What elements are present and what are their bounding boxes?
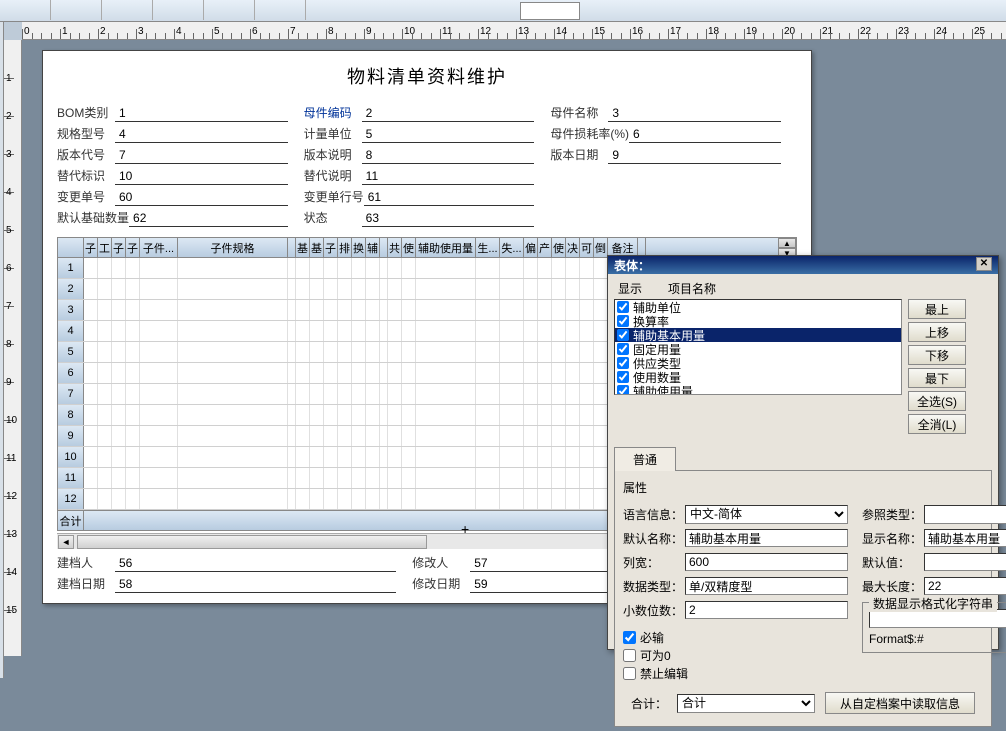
- grid-column-header[interactable]: 偏: [524, 238, 538, 257]
- format-string-group: 数据显示格式化字符串 Format$:#: [862, 602, 1006, 653]
- header-form: BOM类别1母件编码2母件名称3规格型号4计量单位5母件损耗率(%)6版本代号7…: [43, 97, 811, 233]
- form-field[interactable]: 9: [608, 148, 781, 164]
- grid-column-header[interactable]: 换: [352, 238, 366, 257]
- form-field[interactable]: 4: [115, 127, 288, 143]
- dialog-title-text: 表体：: [614, 257, 650, 273]
- required-checkbox[interactable]: 必输: [623, 628, 848, 646]
- close-icon[interactable]: ✕: [976, 257, 992, 271]
- order-button[interactable]: 最上: [908, 299, 966, 319]
- tab-general[interactable]: 普通: [614, 447, 676, 471]
- grid-column-header[interactable]: 辅: [366, 238, 380, 257]
- order-button[interactable]: 全消(L): [908, 414, 966, 434]
- grid-column-header[interactable]: 共: [388, 238, 402, 257]
- total-select[interactable]: 合计: [677, 694, 815, 713]
- grid-column-header[interactable]: 决: [566, 238, 580, 257]
- order-button[interactable]: 下移: [908, 345, 966, 365]
- grid-column-header[interactable]: 子: [324, 238, 338, 257]
- table-body-dialog: 表体： ✕ 显示 项目名称 辅助单位换算率辅助基本用量固定用量供应类型使用数量辅…: [607, 255, 999, 650]
- order-button[interactable]: 全选(S): [908, 391, 966, 411]
- list-item[interactable]: 辅助使用量: [615, 384, 901, 395]
- toolbar-tab[interactable]: [520, 2, 580, 20]
- grid-column-header[interactable]: [288, 238, 296, 257]
- form-field[interactable]: 3: [608, 106, 781, 122]
- grid-column-header[interactable]: 可: [580, 238, 594, 257]
- display-name-input[interactable]: [924, 529, 1006, 547]
- ref-type-select[interactable]: [924, 505, 1006, 524]
- form-field[interactable]: 7: [115, 148, 288, 164]
- form-field[interactable]: 8: [362, 148, 535, 164]
- max-length-input[interactable]: [924, 577, 1006, 595]
- form-field[interactable]: 62: [129, 211, 288, 227]
- grid-column-header[interactable]: 子件...: [140, 238, 178, 257]
- data-type-input[interactable]: [685, 577, 848, 595]
- grid-column-header[interactable]: 失...: [500, 238, 524, 257]
- order-button[interactable]: 上移: [908, 322, 966, 342]
- language-select[interactable]: 中文-简体: [685, 505, 848, 524]
- dialog-titlebar[interactable]: 表体： ✕: [608, 256, 998, 274]
- format-preview: Format$:#: [869, 632, 1006, 646]
- grid-column-header[interactable]: 产: [538, 238, 552, 257]
- page-title: 物料清单资料维护: [43, 51, 811, 97]
- form-field[interactable]: 63: [362, 211, 535, 227]
- grid-column-header[interactable]: 倒: [594, 238, 608, 257]
- list-order-buttons: 最上上移下移最下全选(S) 全消(L): [908, 299, 966, 434]
- read-from-archive-button[interactable]: 从自定档案中读取信息: [825, 692, 975, 714]
- form-field[interactable]: 6: [629, 127, 781, 143]
- grid-column-header[interactable]: 使: [402, 238, 416, 257]
- properties-panel: 属性 语言信息：中文-简体 默认名称： 列宽： 数据类型： 小数位数： 必输 可…: [614, 471, 992, 727]
- grid-column-header[interactable]: [380, 238, 388, 257]
- grid-column-header[interactable]: 子: [84, 238, 98, 257]
- form-field[interactable]: 60: [115, 190, 288, 206]
- dialog-tabs[interactable]: 普通: [614, 446, 992, 471]
- grid-column-header[interactable]: 子件规格: [178, 238, 288, 257]
- form-field[interactable]: 10: [115, 169, 288, 185]
- grid-column-header[interactable]: 基: [296, 238, 310, 257]
- order-button[interactable]: 最下: [908, 368, 966, 388]
- total-label: 合计: [58, 511, 84, 530]
- grid-column-header[interactable]: 排: [338, 238, 352, 257]
- grid-column-header[interactable]: 工: [98, 238, 112, 257]
- left-collapsed-panel: [0, 22, 4, 678]
- grid-column-header[interactable]: 生...: [476, 238, 500, 257]
- horizontal-ruler: 0123456789101112131415161718192021222324…: [22, 22, 1006, 40]
- default-value-input[interactable]: [924, 553, 1006, 571]
- form-field[interactable]: 1: [115, 106, 288, 122]
- field-list[interactable]: 辅助单位换算率辅助基本用量固定用量供应类型使用数量辅助使用量生效日期: [614, 299, 902, 395]
- form-field[interactable]: 2: [362, 106, 535, 122]
- grid-column-header[interactable]: 基: [310, 238, 324, 257]
- grid-column-header[interactable]: 辅助使用量: [416, 238, 476, 257]
- decimal-input[interactable]: [685, 601, 848, 619]
- form-field[interactable]: 61: [364, 190, 535, 206]
- no-edit-checkbox[interactable]: 禁止编辑: [623, 664, 848, 682]
- grid-column-header[interactable]: 子: [126, 238, 140, 257]
- form-field[interactable]: 11: [362, 169, 535, 185]
- grid-column-header[interactable]: 子: [112, 238, 126, 257]
- allow-zero-checkbox[interactable]: 可为0: [623, 646, 848, 664]
- dialog-list-header: 显示 项目名称: [614, 278, 992, 299]
- vertical-ruler: 123456789101112131415: [4, 40, 22, 656]
- default-name-input[interactable]: [685, 529, 848, 547]
- grid-column-header[interactable]: 使: [552, 238, 566, 257]
- form-field[interactable]: 5: [362, 127, 535, 143]
- top-toolbar: [0, 0, 1006, 22]
- column-width-input[interactable]: [685, 553, 848, 571]
